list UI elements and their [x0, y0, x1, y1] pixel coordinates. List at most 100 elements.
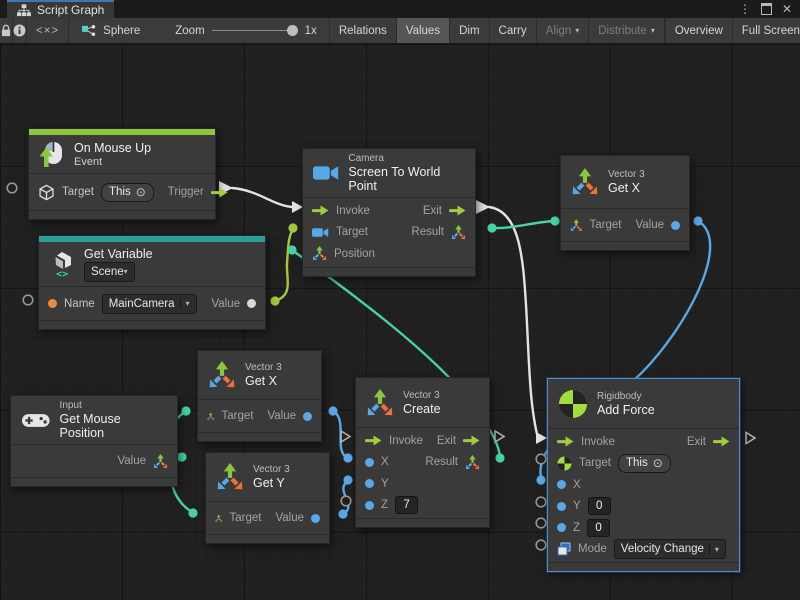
- rigidbody-port-icon[interactable]: [557, 456, 572, 471]
- camera-port-icon[interactable]: [312, 227, 329, 238]
- variable-name-dropdown[interactable]: MainCamera ▾: [102, 294, 197, 314]
- port-invoke-label: Invoke: [336, 205, 370, 217]
- name-input-port[interactable]: [48, 299, 57, 308]
- svg-text:<>: <>: [56, 269, 68, 278]
- zoom-slider-handle[interactable]: [287, 25, 298, 36]
- full-screen-button[interactable]: Full Screen: [733, 18, 800, 43]
- divider: [709, 544, 710, 555]
- node-surtitle: Vector 3: [245, 362, 282, 373]
- graph-name[interactable]: Sphere: [103, 25, 140, 37]
- vector3-port-icon[interactable]: [215, 511, 222, 526]
- value-output-port[interactable]: [311, 514, 320, 523]
- z-input-port[interactable]: [365, 501, 374, 510]
- port-invoke-label: Invoke: [581, 436, 615, 448]
- port-result-label: Result: [425, 456, 458, 468]
- z-value-input[interactable]: 0: [587, 519, 610, 537]
- port-value-label: Value: [275, 512, 304, 524]
- info-button[interactable]: [13, 18, 27, 43]
- value-output-port[interactable]: [247, 299, 256, 308]
- node-surtitle: Rigidbody: [597, 391, 655, 402]
- force-mode-icon: [557, 542, 571, 556]
- node-footer: [29, 210, 215, 219]
- y-input-port[interactable]: [557, 502, 566, 511]
- port-z-label: Z: [381, 499, 388, 511]
- invoke-input-port[interactable]: [365, 435, 382, 446]
- vector3-port-icon[interactable]: [451, 225, 466, 240]
- lock-button[interactable]: [0, 18, 13, 43]
- mouse-up-icon: [39, 141, 65, 168]
- zoom-slider[interactable]: [212, 25, 298, 37]
- vector3-port-icon[interactable]: [207, 409, 214, 424]
- align-dropdown[interactable]: Align▾: [537, 18, 590, 43]
- port-value-label: Value: [117, 455, 146, 467]
- node-get-variable[interactable]: <> Get Variable Scene ▾ Name MainCamera …: [38, 235, 266, 330]
- node-vector3-get-y[interactable]: Vector 3 Get Y Target Value: [205, 452, 330, 544]
- chevron-down-icon: ▾: [575, 26, 579, 35]
- node-title: Get Y: [253, 476, 290, 490]
- trigger-output-port[interactable]: [211, 187, 228, 198]
- carry-label: Carry: [499, 25, 527, 37]
- info-icon: [13, 24, 26, 37]
- node-title: Add Force: [597, 403, 655, 417]
- value-output-port[interactable]: [671, 221, 680, 230]
- x-input-port[interactable]: [365, 458, 374, 467]
- node-get-mouse-position[interactable]: Input Get Mouse Position Value: [10, 395, 178, 487]
- close-icon[interactable]: ✕: [782, 2, 792, 16]
- exit-output-port[interactable]: [463, 435, 480, 446]
- port-exit-label: Exit: [437, 435, 456, 447]
- graph-toolbar: <×> Sphere Zoom 1x Relations Values Dim …: [0, 18, 800, 44]
- dim-button[interactable]: Dim: [450, 18, 489, 43]
- vector3-port-icon[interactable]: [465, 455, 480, 470]
- z-input-port[interactable]: [557, 523, 566, 532]
- values-button[interactable]: Values: [397, 18, 450, 43]
- gameobject-cube-icon: [38, 184, 55, 201]
- menu-icon[interactable]: ⋮: [739, 2, 751, 16]
- port-y-label: Y: [381, 478, 389, 490]
- exit-output-port[interactable]: [449, 205, 466, 216]
- script-graph-window: Script Graph ⋮ ✕ <×>: [0, 0, 800, 600]
- node-footer: [356, 518, 489, 527]
- y-input-port[interactable]: [365, 479, 374, 488]
- node-screen-to-world-point[interactable]: Camera Screen To World Point Invoke Exit…: [302, 148, 476, 277]
- target-this-selector[interactable]: This ⊙: [101, 183, 154, 202]
- node-add-force[interactable]: Rigidbody Add Force Invoke Exit Target T…: [547, 378, 740, 572]
- code-preview-button[interactable]: <×>: [27, 18, 69, 43]
- distribute-dropdown[interactable]: Distribute▾: [589, 18, 665, 43]
- x-input-port[interactable]: [557, 480, 566, 489]
- object-picker-icon[interactable]: ⊙: [653, 456, 663, 470]
- camera-icon: [313, 164, 339, 182]
- variable-scope-dropdown[interactable]: Scene ▾: [84, 262, 135, 282]
- y-value-input[interactable]: 0: [588, 497, 611, 515]
- node-vector3-get-x-top[interactable]: Vector 3 Get X Target Value: [560, 155, 690, 251]
- exit-output-port[interactable]: [713, 436, 730, 447]
- node-title: Screen To World Point: [348, 165, 465, 193]
- vector3-port-icon[interactable]: [570, 218, 582, 233]
- object-picker-icon[interactable]: ⊙: [136, 185, 146, 199]
- vector3-port-icon[interactable]: [312, 246, 327, 261]
- force-mode-dropdown[interactable]: Velocity Change ▾: [614, 539, 726, 559]
- dim-label: Dim: [459, 25, 479, 37]
- carry-button[interactable]: Carry: [490, 18, 537, 43]
- port-x-label: X: [381, 456, 389, 468]
- port-target-label: Target: [221, 410, 253, 422]
- port-name-label: Name: [64, 298, 95, 310]
- invoke-input-port[interactable]: [557, 436, 574, 447]
- values-label: Values: [406, 25, 440, 37]
- value-output-port[interactable]: [303, 412, 312, 421]
- zoom-control: Zoom 1x: [175, 25, 317, 37]
- node-vector3-create[interactable]: Vector 3 Create Invoke Exit X Result: [355, 377, 490, 528]
- target-this-selector[interactable]: This ⊙: [618, 454, 671, 473]
- z-value-input[interactable]: 7: [395, 496, 418, 514]
- distribute-label: Distribute: [598, 25, 647, 37]
- node-on-mouse-up[interactable]: On Mouse Up Event Target This ⊙ Trigger: [28, 128, 216, 220]
- vector3-icon: [571, 168, 599, 196]
- tab-script-graph[interactable]: Script Graph: [7, 0, 114, 18]
- maximize-icon[interactable]: [761, 3, 772, 15]
- node-footer: [198, 432, 321, 441]
- relations-button[interactable]: Relations: [330, 18, 397, 43]
- node-vector3-get-x-mid[interactable]: Vector 3 Get X Target Value: [197, 350, 322, 442]
- invoke-input-port[interactable]: [312, 205, 329, 216]
- full-screen-label: Full Screen: [742, 25, 800, 37]
- overview-button[interactable]: Overview: [665, 18, 733, 43]
- vector3-port-icon[interactable]: [153, 454, 168, 469]
